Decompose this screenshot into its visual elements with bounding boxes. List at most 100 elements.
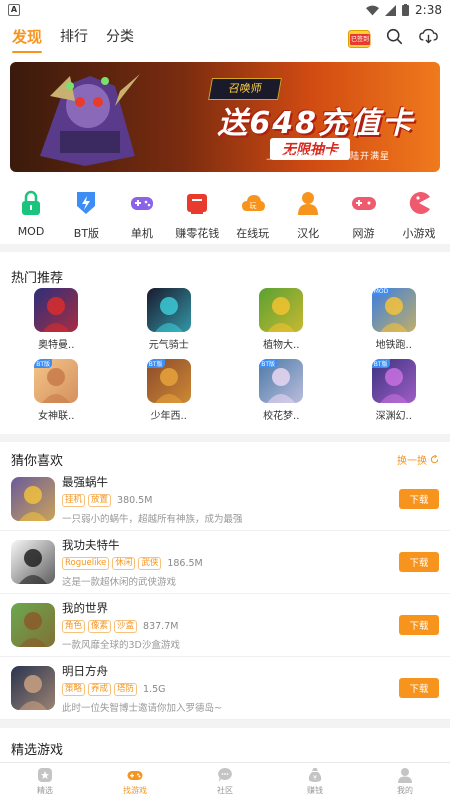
hot-game-item[interactable]: BT版 女神联.. — [0, 359, 113, 422]
thumb-badge: BT版 — [34, 359, 53, 368]
game-tag[interactable]: 养成 — [88, 682, 112, 696]
pacman-icon — [406, 190, 432, 216]
game-tag[interactable]: 塔防 — [114, 682, 138, 696]
tab-1[interactable]: 排行 — [60, 26, 88, 46]
category-label: BT版 — [73, 227, 100, 240]
thumb-badge: MOD — [371, 288, 391, 295]
guess-game-row[interactable]: 最强蜗牛 挂机 放置 380.5M 一只弱小的蜗牛，超越所有神族，成为最强 下载 — [0, 468, 450, 531]
tab-0[interactable]: 发现 — [12, 26, 43, 53]
category-0[interactable]: MOD — [6, 190, 56, 244]
game-tag[interactable]: Roguelike — [62, 556, 110, 570]
category-label: 汉化 — [297, 227, 320, 240]
bottom-nav-1[interactable]: 找游戏 — [90, 763, 180, 800]
bottom-nav: 精选 找游戏 社区 ¥ 赚钱 我的 — [0, 762, 450, 800]
game-icon — [11, 666, 55, 710]
category-1[interactable]: BT版 — [61, 190, 111, 244]
game-icon — [11, 477, 55, 521]
game-tag[interactable]: 放置 — [88, 493, 112, 507]
hot-game-item[interactable]: BT版 校花梦.. — [225, 359, 338, 422]
battery-icon — [402, 4, 410, 16]
category-label: 小游戏 — [402, 227, 436, 240]
game-tag[interactable]: 角色 — [62, 619, 86, 633]
game-icon — [11, 603, 55, 647]
hot-game-item[interactable]: 植物大.. — [225, 288, 338, 351]
category-3[interactable]: 赚零花钱 — [172, 190, 222, 244]
wifi-icon — [366, 5, 380, 15]
category-7[interactable]: 小游戏 — [394, 190, 444, 244]
game-name: 我的世界 — [62, 600, 108, 615]
game-meta: 挂机 放置 380.5M — [62, 493, 399, 507]
hot-section-title: 热门推荐 — [11, 270, 64, 286]
game-tag[interactable]: 策略 — [62, 682, 86, 696]
promo-banner[interactable]: 召唤师 送648充值卡 无限抽卡 上线送剑圣 持续登陆开满星 — [10, 62, 440, 172]
refresh-label: 换一换 — [397, 455, 427, 467]
cloud-icon: 玩 — [240, 190, 266, 216]
guess-game-row[interactable]: 我功夫特牛 Roguelike 休闲 武侠 186.5M 这是一款超休闲的武侠游戏 下载 — [0, 531, 450, 594]
hot-game-name: 地铁跑.. — [375, 340, 412, 351]
game-icon: BT版 — [34, 359, 79, 403]
game-name: 明日方舟 — [62, 663, 108, 678]
game-icon — [34, 288, 79, 332]
game-description: 一款风靡全球的3D沙盒游戏 — [62, 639, 180, 651]
search-icon[interactable] — [386, 28, 403, 45]
guess-section-title: 猜你喜欢 — [11, 453, 64, 469]
thumb-badge: BT版 — [146, 359, 165, 368]
game-tag[interactable]: 挂机 — [62, 493, 86, 507]
tab-2[interactable]: 分类 — [106, 26, 134, 46]
game-tag[interactable]: 休闲 — [112, 556, 136, 570]
bottom-nav-2[interactable]: 社区 — [180, 763, 270, 800]
bottom-nav-3[interactable]: ¥ 赚钱 — [270, 763, 360, 800]
category-5[interactable]: 汉化 — [283, 190, 333, 244]
picks-section-title: 精选游戏 — [11, 742, 64, 758]
banner-subtitle: 上线送剑圣 持续登陆开满星 — [266, 152, 390, 162]
category-label: MOD — [17, 225, 45, 238]
banner-game-label: 召唤师 — [208, 78, 282, 100]
game-info: 我的世界 角色 像素 沙盒 837.7M 一款风靡全球的3D沙盒游戏 — [62, 600, 399, 651]
guess-game-row[interactable]: 明日方舟 策略 养成 塔防 1.5G 此时一位失智博士邀请你加入罗德岛~ 下载 — [0, 657, 450, 720]
hot-game-item[interactable]: 奥特曼.. — [0, 288, 113, 351]
game-tag[interactable]: 像素 — [88, 619, 112, 633]
download-button[interactable]: 下载 — [399, 678, 439, 698]
refresh-icon — [430, 454, 439, 463]
signin-icon[interactable]: 已签到 — [348, 24, 372, 48]
game-meta: Roguelike 休闲 武侠 186.5M — [62, 556, 399, 570]
hot-game-item[interactable]: BT版 深渊幻.. — [338, 359, 450, 422]
money-bag-icon: ¥ — [307, 767, 323, 783]
bottom-nav-0[interactable]: 精选 — [0, 763, 90, 800]
bottom-nav-label: 找游戏 — [123, 786, 147, 795]
wallet-icon — [184, 190, 210, 216]
category-2[interactable]: 单机 — [117, 190, 167, 244]
game-size: 1.5G — [143, 683, 166, 695]
notification-icon: A — [8, 4, 20, 16]
game-icon — [11, 540, 55, 584]
category-label: 单机 — [130, 227, 153, 240]
hot-grid: 奥特曼.. 元气骑士 植物大.. MOD 地铁跑.. BT版 女神联.. BT版 少年西.. BT… — [0, 286, 450, 434]
hot-game-item[interactable]: MOD 地铁跑.. — [338, 288, 450, 351]
category-label: 赚零花钱 — [175, 227, 220, 240]
section-divider — [0, 434, 450, 442]
refresh-button[interactable]: 换一换 — [397, 452, 439, 467]
svg-text:玩: 玩 — [249, 202, 256, 210]
category-4[interactable]: 玩在线玩 — [228, 190, 278, 244]
gamepad-icon — [127, 767, 143, 783]
bottom-nav-4[interactable]: 我的 — [360, 763, 450, 800]
thumb-badge: BT版 — [259, 359, 278, 368]
download-button[interactable]: 下载 — [399, 552, 439, 572]
lock-icon — [18, 190, 44, 216]
category-label: 网游 — [352, 227, 375, 240]
download-button[interactable]: 下载 — [399, 489, 439, 509]
game-size: 186.5M — [167, 557, 203, 569]
hot-game-name: 少年西.. — [150, 411, 187, 422]
download-button[interactable]: 下载 — [399, 615, 439, 635]
category-row: MOD BT版 单机 赚零花钱玩在线玩汉化 网游 小游戏 — [0, 172, 450, 244]
chat-icon — [217, 767, 233, 783]
guess-game-row[interactable]: 我的世界 角色 像素 沙盒 837.7M 一款风靡全球的3D沙盒游戏 下载 — [0, 594, 450, 657]
download-cloud-icon[interactable] — [419, 28, 438, 45]
hot-game-item[interactable]: BT版少年西.. — [113, 359, 226, 422]
game-tag[interactable]: 武侠 — [138, 556, 162, 570]
hot-game-item[interactable]: 元气骑士 — [113, 288, 226, 351]
hot-game-name: 奥特曼.. — [38, 340, 75, 351]
category-6[interactable]: 网游 — [339, 190, 389, 244]
svg-text:¥: ¥ — [313, 775, 317, 782]
game-tag[interactable]: 沙盒 — [114, 619, 138, 633]
